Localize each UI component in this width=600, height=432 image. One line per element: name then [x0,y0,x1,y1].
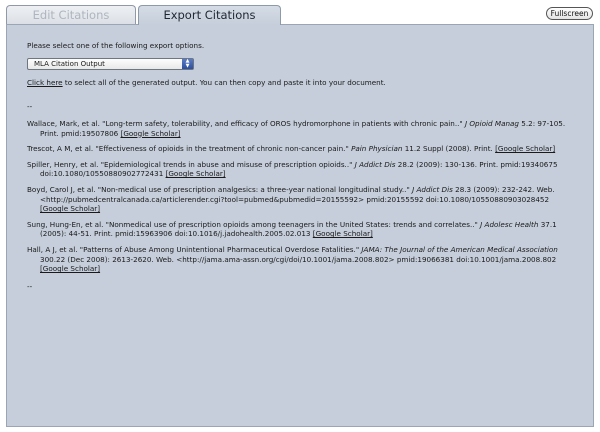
citation-text: Spiller, Henry, et al. "Epidemiological … [27,159,355,169]
google-scholar-link[interactable]: [Google Scholar] [495,144,555,153]
citation-item: Hall, A J, et al. "Patterns of Abuse Amo… [27,245,575,274]
google-scholar-link[interactable]: [Google Scholar] [166,169,226,178]
export-format-value: MLA Citation Output [34,60,105,68]
citation-text: Hall, A J, et al. "Patterns of Abuse Amo… [27,244,362,254]
separator-bottom: -- [27,281,33,291]
citation-journal: J Addict Dis [354,159,396,169]
instruction-text: Please select one of the following expor… [27,41,205,50]
export-format-select[interactable]: MLA Citation Output ▲ ▼ [27,58,194,70]
citation-text: Wallace, Mark, et al. "Long-term safety,… [27,119,465,128]
citation-journal: J Adolesc Health [480,219,539,229]
separator-top: -- [27,102,33,111]
tab-export-citations[interactable]: Export Citations [138,5,281,25]
citation-text: Sung, Hung-En, et al. "Nonmedical use of… [27,219,481,229]
citation-journal: Pain Physician [351,144,403,154]
select-all-hint: Click here to select all of the generate… [27,78,593,87]
citation-item: Trescot, A M, et al. "Effectiveness of o… [27,144,575,154]
citation-list: Wallace, Mark, et al. "Long-term safety,… [27,119,593,274]
citation-details: 300.22 (Dec 2008): 2613-2620. Web. <http… [40,254,557,264]
google-scholar-link[interactable]: [Google Scholar] [313,229,373,238]
fullscreen-button[interactable]: Fullscreen [546,7,593,20]
google-scholar-link[interactable]: [Google Scholar] [40,264,100,273]
citation-item: Spiller, Henry, et al. "Epidemiological … [27,160,575,179]
citation-journal: J Opioid Manag [465,119,519,128]
select-arrows-icon: ▲ ▼ [182,59,193,69]
tab-edit-citations[interactable]: Edit Citations [6,5,136,24]
select-all-hint-text: to select all of the generated output. Y… [62,78,386,87]
citation-details: 11.2 Suppl (2008). Print. [402,144,496,154]
citation-item: Sung, Hung-En, et al. "Nonmedical use of… [27,220,575,239]
google-scholar-link[interactable]: [Google Scholar] [40,204,100,213]
citation-journal: J Addict Dis [412,184,453,194]
citation-item: Boyd, Carol J, et al. "Non-medical use o… [27,185,575,214]
citation-item: Wallace, Mark, et al. "Long-term safety,… [27,119,575,138]
citation-text: Boyd, Carol J, et al. "Non-medical use o… [27,184,413,194]
citation-journal: JAMA: The Journal of the American Medica… [361,244,558,254]
select-all-link[interactable]: Click here [27,78,63,87]
export-panel: Please select one of the following expor… [6,24,594,427]
citation-text: Trescot, A M, et al. "Effectiveness of o… [27,144,352,154]
google-scholar-link[interactable]: [Google Scholar] [121,129,181,138]
